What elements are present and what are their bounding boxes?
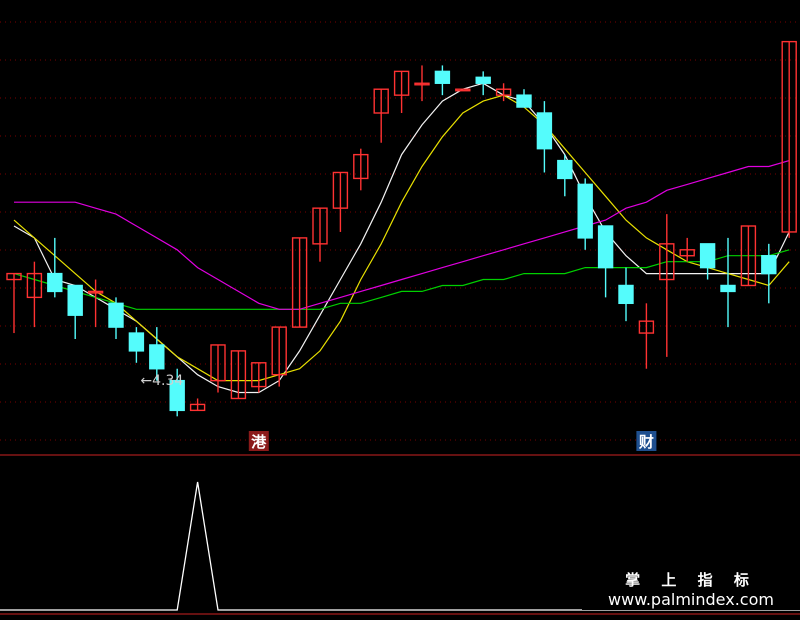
candle-body xyxy=(128,332,145,352)
event-badge: 财 xyxy=(636,431,657,451)
candle xyxy=(475,71,491,96)
candle xyxy=(189,398,206,412)
candle-body xyxy=(557,159,573,180)
candle-body xyxy=(761,255,777,275)
candle-body xyxy=(475,76,491,84)
candle xyxy=(618,267,634,322)
candle-body xyxy=(699,243,716,269)
candle xyxy=(597,225,614,298)
candle xyxy=(720,237,736,328)
candle xyxy=(414,65,430,102)
candle xyxy=(6,272,22,334)
candle xyxy=(373,88,389,143)
moving-average-line-4 xyxy=(14,160,790,310)
candle xyxy=(67,284,83,339)
candle xyxy=(516,89,532,108)
candle-body xyxy=(149,344,165,370)
candle-body xyxy=(67,284,83,316)
candle-body xyxy=(455,88,471,92)
candle xyxy=(312,207,328,262)
watermark: 掌 上 指 标 www.palmindex.com xyxy=(582,570,800,610)
candle xyxy=(679,237,695,262)
candle-body xyxy=(108,302,124,328)
candle xyxy=(638,303,655,369)
candle xyxy=(291,237,308,328)
candle-body xyxy=(536,112,553,150)
candle-body xyxy=(577,183,593,239)
candle xyxy=(26,261,43,328)
candle xyxy=(251,362,267,393)
low-price-label: ←4.34 xyxy=(140,373,183,389)
watermark-title: 掌 上 指 标 xyxy=(625,571,757,589)
candle xyxy=(455,88,471,92)
candle xyxy=(761,243,777,304)
candle-body xyxy=(720,284,736,293)
watermark-url: www.palmindex.com xyxy=(608,590,774,609)
candle xyxy=(434,65,451,96)
candle xyxy=(128,327,145,363)
candle xyxy=(271,326,287,387)
event-badge: 港 xyxy=(248,431,269,451)
candle xyxy=(332,171,349,232)
event-badge-text: 财 xyxy=(639,433,654,451)
event-badge-text: 港 xyxy=(251,433,267,451)
candle xyxy=(47,237,63,298)
candle-body xyxy=(516,94,532,108)
candle xyxy=(393,70,410,113)
chart-canvas: ←4.34 港 财 xyxy=(0,21,800,615)
candle-body xyxy=(597,225,614,269)
candle xyxy=(577,178,593,250)
candle-body xyxy=(618,284,634,305)
candle xyxy=(536,101,553,173)
candle-body xyxy=(47,272,63,293)
candle xyxy=(210,344,226,393)
candle-body xyxy=(434,70,451,84)
candle xyxy=(659,214,675,357)
candle xyxy=(557,154,573,197)
candle xyxy=(108,297,124,339)
candle xyxy=(781,40,797,238)
candle xyxy=(353,148,369,191)
